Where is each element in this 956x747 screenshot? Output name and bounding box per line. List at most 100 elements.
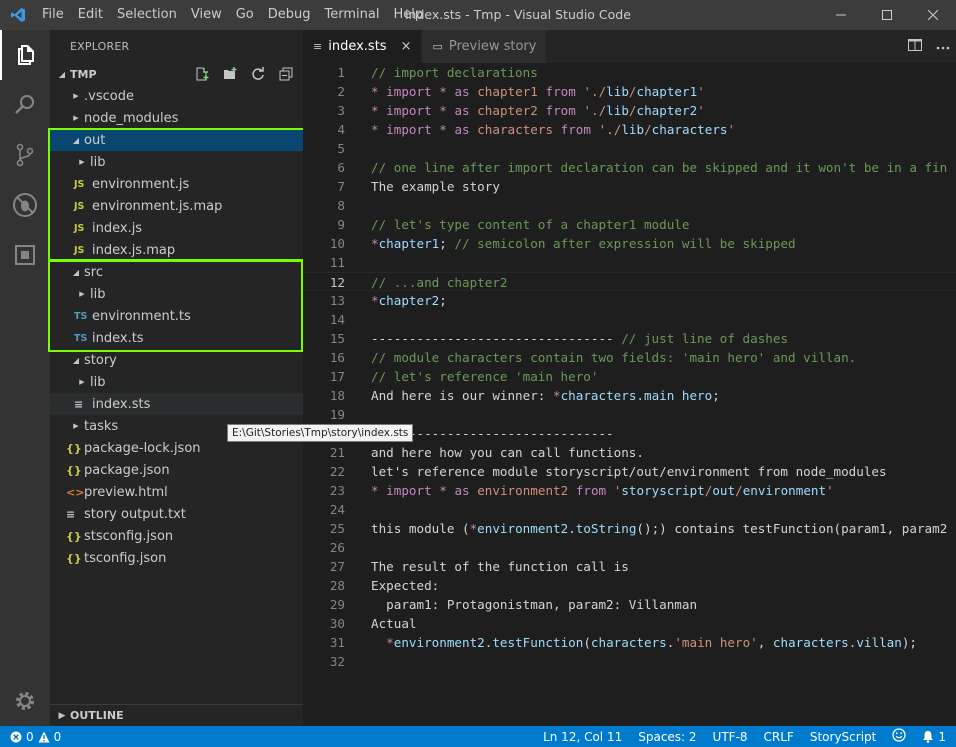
tree-folder-item[interactable]: ▶ lib	[50, 371, 303, 393]
tree-file-item[interactable]: {} package.json	[50, 459, 303, 481]
code-line[interactable]: 8	[303, 196, 956, 215]
code-line[interactable]: 3 * import * as chapter2 from './lib/chap…	[303, 101, 956, 120]
code-line[interactable]: 22 let's reference module storyscript/out…	[303, 462, 956, 481]
more-actions-icon[interactable]	[936, 39, 950, 54]
tree-file-item[interactable]: TS index.ts	[50, 327, 303, 349]
line-text: Actual	[345, 614, 417, 633]
tree-file-item[interactable]: ≡ story output.txt	[50, 503, 303, 525]
workspace-root-header[interactable]: ◢ TMP	[50, 63, 303, 85]
code-line[interactable]: 1 // import declarations	[303, 63, 956, 82]
code-line[interactable]: 25 this module (*environment2.toString();…	[303, 519, 956, 538]
source-control-icon[interactable]	[0, 130, 50, 180]
menu-item-edit[interactable]: Edit	[71, 0, 110, 30]
code-line[interactable]: 2 * import * as chapter1 from './lib/chap…	[303, 82, 956, 101]
cursor-position[interactable]: Ln 12, Col 11	[543, 730, 622, 744]
tab-preview-story[interactable]: ▭ Preview story	[422, 30, 548, 63]
code-line[interactable]: 12 // ...and chapter2	[303, 272, 956, 291]
tree-file-item[interactable]: JS index.js.map	[50, 239, 303, 261]
code-line[interactable]: 18 And here is our winner: *characters.ma…	[303, 386, 956, 405]
feedback-smiley-icon[interactable]	[892, 728, 907, 745]
outline-section-header[interactable]: ▶ OUTLINE	[50, 704, 303, 726]
code-line[interactable]: 6 // one line after import declaration ca…	[303, 158, 956, 177]
line-text: *environment2.testFunction(characters.'m…	[345, 633, 917, 652]
tree-file-item[interactable]: {} stsconfig.json	[50, 525, 303, 547]
menu-item-file[interactable]: File	[35, 0, 71, 30]
tree-folder-item[interactable]: ▶ node_modules	[50, 107, 303, 129]
code-line[interactable]: 10 *chapter1; // semicolon after expressi…	[303, 234, 956, 253]
code-line[interactable]: 5	[303, 139, 956, 158]
tree-file-item[interactable]: ≡ index.sts	[50, 393, 303, 415]
menu-item-help[interactable]: Help	[386, 0, 430, 30]
minimize-icon[interactable]	[818, 0, 864, 30]
outline-label: OUTLINE	[70, 709, 124, 722]
language-mode[interactable]: StoryScript	[810, 730, 877, 744]
menu-item-go[interactable]: Go	[229, 0, 261, 30]
problems-indicator[interactable]: 0 0	[0, 730, 61, 744]
close-window-icon[interactable]	[910, 0, 956, 30]
code-line[interactable]: 19	[303, 405, 956, 424]
tree-folder-item[interactable]: ▶ lib	[50, 151, 303, 173]
code-line[interactable]: 14	[303, 310, 956, 329]
code-line[interactable]: 30 Actual	[303, 614, 956, 633]
menu-item-view[interactable]: View	[184, 0, 229, 30]
code-token: ();) contains testFunction(param1, param…	[636, 521, 948, 536]
encoding[interactable]: UTF-8	[713, 730, 748, 744]
code-line[interactable]: 21 and here how you can call functions.	[303, 443, 956, 462]
end-of-line[interactable]: CRLF	[764, 730, 794, 744]
code-line[interactable]: 28 Expected:	[303, 576, 956, 595]
line-text: // ...and chapter2	[345, 273, 507, 290]
tree-item-label: index.js	[92, 220, 143, 236]
code-token: import	[386, 122, 432, 137]
notifications[interactable]: 1	[922, 730, 946, 744]
code-line[interactable]: 32	[303, 652, 956, 671]
menu-item-debug[interactable]: Debug	[261, 0, 318, 30]
collapse-all-icon[interactable]	[275, 65, 297, 83]
code-line[interactable]: 13 *chapter2;	[303, 291, 956, 310]
code-token: *	[439, 122, 447, 137]
explorer-icon[interactable]	[0, 30, 50, 80]
code-line[interactable]: 9 // let's type content of a chapter1 mod…	[303, 215, 956, 234]
debug-icon[interactable]	[0, 180, 50, 230]
explorer-sidebar: EXPLORER ◢ TMP ▶ .vscode ▶ node_modules ◢ out…	[48, 30, 313, 726]
tree-file-item[interactable]: <> preview.html	[50, 481, 303, 503]
code-line[interactable]: 31 *environment2.testFunction(characters…	[303, 633, 956, 652]
code-line[interactable]: 17 // let's reference 'main hero'	[303, 367, 956, 386]
tree-folder-item[interactable]: ◢ src	[50, 261, 303, 283]
tree-file-item[interactable]: JS environment.js.map	[50, 195, 303, 217]
close-icon[interactable]: ×	[401, 39, 412, 54]
code-line[interactable]: 11	[303, 253, 956, 272]
tree-file-item[interactable]: JS index.js	[50, 217, 303, 239]
maximize-icon[interactable]	[864, 0, 910, 30]
tree-folder-item[interactable]: ▶ lib	[50, 283, 303, 305]
split-editor-icon[interactable]	[908, 38, 922, 55]
code-line[interactable]: 7 The example story	[303, 177, 956, 196]
code-line[interactable]: 24	[303, 500, 956, 519]
new-folder-icon[interactable]	[219, 65, 241, 83]
code-line[interactable]: 29 param1: Protagonistman, param2: Villa…	[303, 595, 956, 614]
refresh-icon[interactable]	[247, 65, 269, 83]
tree-folder-item[interactable]: ◢ out	[50, 129, 303, 151]
code-token: --------------------------------	[371, 331, 622, 346]
code-line[interactable]: 4 * import * as characters from './lib/ch…	[303, 120, 956, 139]
code-line[interactable]: 23 * import * as environment2 from ' story…	[303, 481, 956, 500]
code-line[interactable]: 27 The result of the function call is	[303, 557, 956, 576]
tab-index-sts[interactable]: ≡ index.sts ×	[303, 30, 423, 63]
tree-file-item[interactable]: JS environment.js	[50, 173, 303, 195]
search-icon[interactable]	[0, 80, 50, 130]
settings-gear-icon[interactable]	[0, 676, 50, 726]
menu-item-selection[interactable]: Selection	[110, 0, 184, 30]
tree-folder-item[interactable]: ◢ story	[50, 349, 303, 371]
menu-item-terminal[interactable]: Terminal	[318, 0, 387, 30]
indentation[interactable]: Spaces: 2	[638, 730, 696, 744]
code-line[interactable]: 26	[303, 538, 956, 557]
code-line[interactable]: 15 -------------------------------- // ju…	[303, 329, 956, 348]
tree-file-item[interactable]: {} tsconfig.json	[50, 547, 303, 569]
tree-folder-item[interactable]: ▶ .vscode	[50, 85, 303, 107]
extensions-icon[interactable]	[0, 230, 50, 280]
new-file-icon[interactable]	[191, 65, 213, 83]
tree-file-item[interactable]: TS environment.ts	[50, 305, 303, 327]
code-editor[interactable]: 1// import declarations 2 * import * as ch…	[303, 63, 956, 671]
code-line[interactable]: 16 // module characters contain two field…	[303, 348, 956, 367]
